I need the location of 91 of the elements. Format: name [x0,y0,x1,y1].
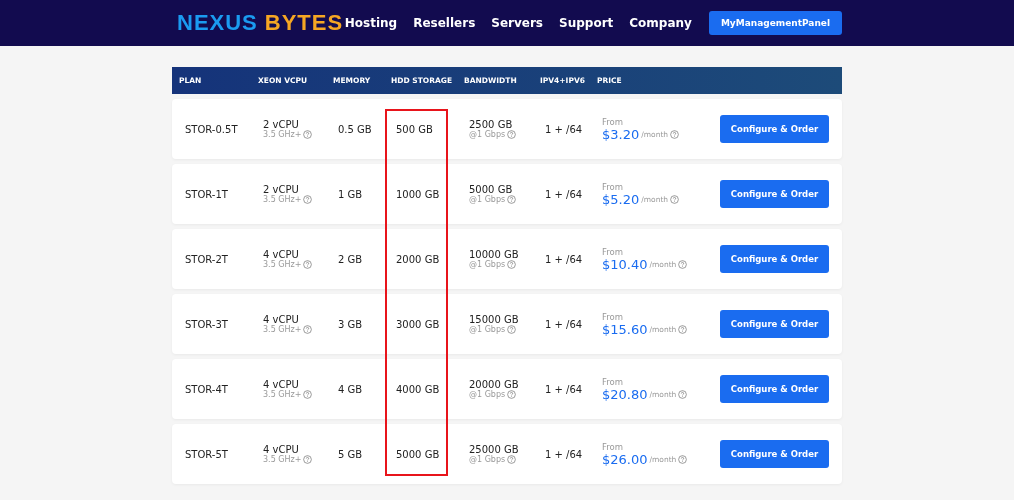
nav-link[interactable]: Company [629,16,692,30]
nav-link[interactable]: Resellers [413,16,476,30]
panel-button[interactable]: MyManagementPanel [708,11,842,35]
order-button[interactable]: Configure & Order [720,180,829,208]
price-amount: $10.40 [602,256,648,272]
storage-size: 3000 GB [396,318,441,330]
help-icon[interactable] [303,260,313,269]
ip-allocation: 1 + /64 [545,123,584,135]
order-button[interactable]: Configure & Order [720,115,829,143]
port-speed: @1 Gbps [469,260,506,269]
ip-allocation: 1 + /64 [545,253,584,265]
order-button[interactable]: Configure & Order [720,440,829,468]
port-speed: @1 Gbps [469,325,506,334]
memory-size: 4 GB [338,383,364,395]
vcpu-count: 2 vCPU [263,119,300,130]
help-icon[interactable] [507,325,517,334]
port-speed: @1 Gbps [469,130,506,139]
vcpu-count: 2 vCPU [263,184,300,195]
from-label: From [602,311,625,322]
help-icon[interactable] [678,324,688,334]
clock-speed: 3.5 GHz+ [263,390,302,399]
clock-speed: 3.5 GHz+ [263,260,302,269]
plan-name: STOR-1T [185,188,229,200]
vcpu-count: 4 vCPU [263,444,300,455]
nav-link[interactable]: Hosting [344,16,398,30]
memory-size: 2 GB [338,253,364,265]
ip-allocation: 1 + /64 [545,318,584,330]
brand-logo[interactable]: NEXUS BYTES [177,10,344,36]
clock-speed: 3.5 GHz+ [263,325,302,334]
clock-speed: 3.5 GHz+ [263,130,302,139]
ip-allocation: 1 + /64 [545,383,584,395]
bandwidth-amount: 2500 GB [469,119,514,130]
price-amount: $26.00 [602,451,648,467]
from-label: From [602,246,625,257]
help-icon[interactable] [507,455,517,464]
help-icon[interactable] [507,260,517,269]
plan-name: STOR-4T [185,383,229,395]
help-icon[interactable] [670,129,680,139]
port-speed: @1 Gbps [469,390,506,399]
bandwidth-amount: 10000 GB [469,249,520,260]
from-label: From [602,441,625,452]
price-amount: $15.60 [602,321,648,337]
clock-speed: 3.5 GHz+ [263,195,302,204]
help-icon[interactable] [303,195,313,204]
storage-size: 5000 GB [396,448,441,460]
storage-size: 500 GB [396,123,434,135]
plan-name: STOR-2T [185,253,229,265]
ip-allocation: 1 + /64 [545,448,584,460]
bandwidth-amount: 20000 GB [469,379,520,390]
from-label: From [602,376,625,387]
from-label: From [602,181,625,192]
help-icon[interactable] [303,455,313,464]
from-label: From [602,116,625,127]
clock-speed: 3.5 GHz+ [263,455,302,464]
memory-size: 5 GB [338,448,364,460]
help-icon[interactable] [678,259,688,269]
memory-size: 1 GB [338,188,364,200]
order-button[interactable]: Configure & Order [720,245,829,273]
port-speed: @1 Gbps [469,455,506,464]
nav-link[interactable]: Servers [491,16,543,30]
vcpu-count: 4 vCPU [263,314,300,325]
help-icon[interactable] [303,130,313,139]
help-icon[interactable] [303,325,313,334]
storage-size: 4000 GB [396,383,441,395]
help-icon[interactable] [678,454,688,464]
order-button[interactable]: Configure & Order [720,375,829,403]
bandwidth-amount: 15000 GB [469,314,520,325]
storage-size: 1000 GB [396,188,441,200]
help-icon[interactable] [507,390,517,399]
port-speed: @1 Gbps [469,195,506,204]
price-amount: $20.80 [602,386,648,402]
order-button[interactable]: Configure & Order [720,310,829,338]
ip-allocation: 1 + /64 [545,188,584,200]
plan-name: STOR-5T [185,448,229,460]
help-icon[interactable] [507,130,517,139]
help-icon[interactable] [303,390,313,399]
vcpu-count: 4 vCPU [263,379,300,390]
help-icon[interactable] [670,194,680,204]
nav-link[interactable]: Support [559,16,614,30]
vcpu-count: 4 vCPU [263,249,300,260]
memory-size: 0.5 GB [338,123,373,135]
storage-size: 2000 GB [396,253,441,265]
price-amount: $5.20 [602,191,640,207]
bandwidth-amount: 25000 GB [469,444,520,455]
plan-name: STOR-3T [185,318,229,330]
help-icon[interactable] [678,389,688,399]
help-icon[interactable] [507,195,517,204]
bandwidth-amount: 5000 GB [469,184,514,195]
price-amount: $3.20 [602,126,640,142]
memory-size: 3 GB [338,318,364,330]
plan-name: STOR-0.5T [185,123,239,135]
